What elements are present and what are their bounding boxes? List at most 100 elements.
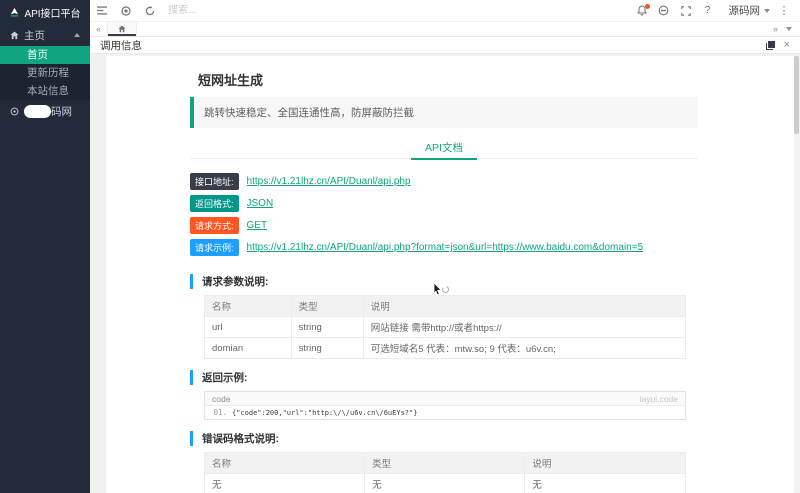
request-method-link[interactable]: GET [247, 220, 268, 231]
refresh-icon [145, 6, 155, 16]
chevron-up-icon [74, 33, 80, 37]
tab-home[interactable] [107, 22, 137, 36]
close-icon[interactable]: × [784, 40, 790, 51]
sidebar-item-site-group[interactable]: 码网 [0, 100, 90, 122]
table-header-row: 名称 类型 说明 [205, 296, 686, 317]
sidebar-group-label: 主页 [24, 28, 45, 43]
circle-icon [10, 107, 19, 116]
fullscreen-icon [681, 6, 691, 16]
content-frame: 短网址生成 跳转快速稳定、全国连通性高，防屏蔽防拦截 API文档 接口地址: h… [90, 54, 800, 493]
censor-blob [24, 105, 51, 118]
tab-bar: « » [90, 22, 800, 37]
code-caption: code [212, 394, 230, 404]
panel-header: 调用信息 × [90, 37, 800, 54]
col-desc: 说明 [363, 296, 685, 317]
navbar-right: ? 源码网 ⋮ [631, 0, 800, 22]
cell-param-name: url [205, 317, 292, 338]
return-code-block: code layui.code 01. {"code":200,"url":"h… [204, 391, 686, 420]
table-header-row: 名称 类型 说明 [205, 453, 686, 474]
app-logo[interactable]: API接口平台 [0, 0, 90, 24]
chevron-down-icon [764, 9, 770, 13]
api-fields: 接口地址: https://v1.21lhz.cn/API/Duanl/api.… [190, 159, 698, 263]
code-block-header: code layui.code [205, 392, 685, 406]
home-tab-icon [118, 25, 126, 33]
more-menu-button[interactable]: ⋮ [776, 4, 792, 17]
search-input[interactable] [168, 5, 258, 16]
tabs-scroll-right-button[interactable]: » [767, 22, 784, 36]
cell-param-desc: 可选短域名5 代表：mtw.so; 9 代表：u6v.cn; [363, 338, 685, 359]
clear-cache-button[interactable] [653, 0, 675, 22]
notification-badge [645, 4, 650, 9]
sidebar-submenu: 首页 更新历程 本站信息 [0, 46, 90, 100]
panel-title: 调用信息 [100, 38, 142, 53]
table-row: 无 无 无 [205, 474, 686, 493]
user-menu[interactable]: 源码网 [729, 3, 771, 18]
app-title: API接口平台 [24, 5, 80, 20]
doc-tab-bar: API文档 [190, 138, 698, 159]
vertical-scrollbar[interactable] [794, 56, 799, 491]
tabs-scroll-left-button[interactable]: « [90, 22, 107, 36]
doc-summary: 跳转快速稳定、全国连通性高，防屏蔽防拦截 [190, 97, 698, 128]
col-desc: 说明 [525, 453, 686, 474]
field-label-badge: 接口地址: [190, 173, 239, 190]
doc-card: 短网址生成 跳转快速稳定、全国连通性高，防屏蔽防拦截 API文档 接口地址: h… [106, 56, 794, 493]
field-label-badge: 请求示例: [190, 239, 239, 256]
field-api-url: 接口地址: https://v1.21lhz.cn/API/Duanl/api.… [190, 173, 698, 190]
top-navbar: ? 源码网 ⋮ [90, 0, 800, 22]
line-number: 01. [205, 409, 232, 417]
dot-circle-icon [121, 6, 131, 16]
cell-param-type: string [291, 338, 363, 359]
return-format-link[interactable]: JSON [247, 198, 274, 209]
panel-header-actions: × [766, 40, 790, 51]
cell-param-desc: 网站链接 需带http://或者https:// [363, 317, 685, 338]
col-name: 名称 [205, 453, 365, 474]
return-code-text: {"code":200,"url":"http:\/\/u6v.cn\/6uEY… [232, 409, 685, 417]
cell-error-name: 无 [205, 474, 365, 493]
col-name: 名称 [205, 296, 292, 317]
restore-window-icon[interactable] [766, 40, 776, 50]
field-request-example: 请求示例: https://v1.21lhz.cn/API/Duanl/api.… [190, 239, 698, 256]
toggle-sidebar-button[interactable] [90, 0, 114, 22]
cell-error-type: 无 [365, 474, 525, 493]
cell-error-desc: 无 [525, 474, 686, 493]
scrollbar-thumb[interactable] [794, 56, 799, 134]
app-window: API接口平台 主页 首页 更新历程 本站信息 码网 [0, 0, 800, 493]
sidebar-item-siteinfo[interactable]: 本站信息 [0, 82, 90, 100]
tabbar-spacer [137, 22, 767, 36]
col-type: 类型 [365, 453, 525, 474]
page-title: 短网址生成 [190, 62, 698, 95]
cell-param-type: string [291, 317, 363, 338]
field-label-badge: 返回格式: [190, 195, 239, 212]
col-type: 类型 [291, 296, 363, 317]
tabs-menu-button[interactable] [786, 27, 792, 31]
field-request-method: 请求方式: GET [190, 217, 698, 234]
params-table: 名称 类型 说明 url string 网站链接 需带http://或者http… [204, 295, 686, 359]
request-example-link[interactable]: https://v1.21lhz.cn/API/Duanl/api.php?fo… [247, 242, 644, 253]
cell-param-name: domian [205, 338, 292, 359]
sidebar-item-index[interactable]: 首页 [0, 46, 90, 64]
app-logo-icon [9, 7, 20, 18]
code-block-body: 01. {"code":200,"url":"http:\/\/u6v.cn\/… [205, 406, 685, 419]
field-return-format: 返回格式: JSON [190, 195, 698, 212]
code-caption-right: layui.code [640, 394, 678, 404]
sidebar-item-home-group[interactable]: 主页 [0, 24, 90, 46]
fullscreen-button[interactable] [675, 0, 697, 22]
notifications-button[interactable] [631, 0, 653, 22]
menu-fold-icon [97, 6, 108, 15]
clear-cache-icon [658, 5, 669, 16]
sidebar-item-changelog[interactable]: 更新历程 [0, 64, 90, 82]
refresh-button[interactable] [138, 0, 162, 22]
help-icon[interactable]: ? [697, 0, 719, 22]
theme-button[interactable] [114, 0, 138, 22]
section-error-title: 错误码格式说明: [190, 431, 698, 446]
username: 源码网 [729, 3, 761, 18]
tab-api-docs[interactable]: API文档 [411, 139, 477, 160]
error-table: 名称 类型 说明 无 无 无 [204, 452, 686, 493]
section-params-title: 请求参数说明: [190, 274, 698, 289]
sidebar-item-label: 码网 [51, 104, 72, 119]
doc-container: 短网址生成 跳转快速稳定、全国连通性高，防屏蔽防拦截 API文档 接口地址: h… [190, 62, 698, 493]
table-row: domian string 可选短域名5 代表：mtw.so; 9 代表：u6v… [205, 338, 686, 359]
field-label-badge: 请求方式: [190, 217, 239, 234]
api-url-link[interactable]: https://v1.21lhz.cn/API/Duanl/api.php [247, 176, 411, 187]
table-row: url string 网站链接 需带http://或者https:// [205, 317, 686, 338]
